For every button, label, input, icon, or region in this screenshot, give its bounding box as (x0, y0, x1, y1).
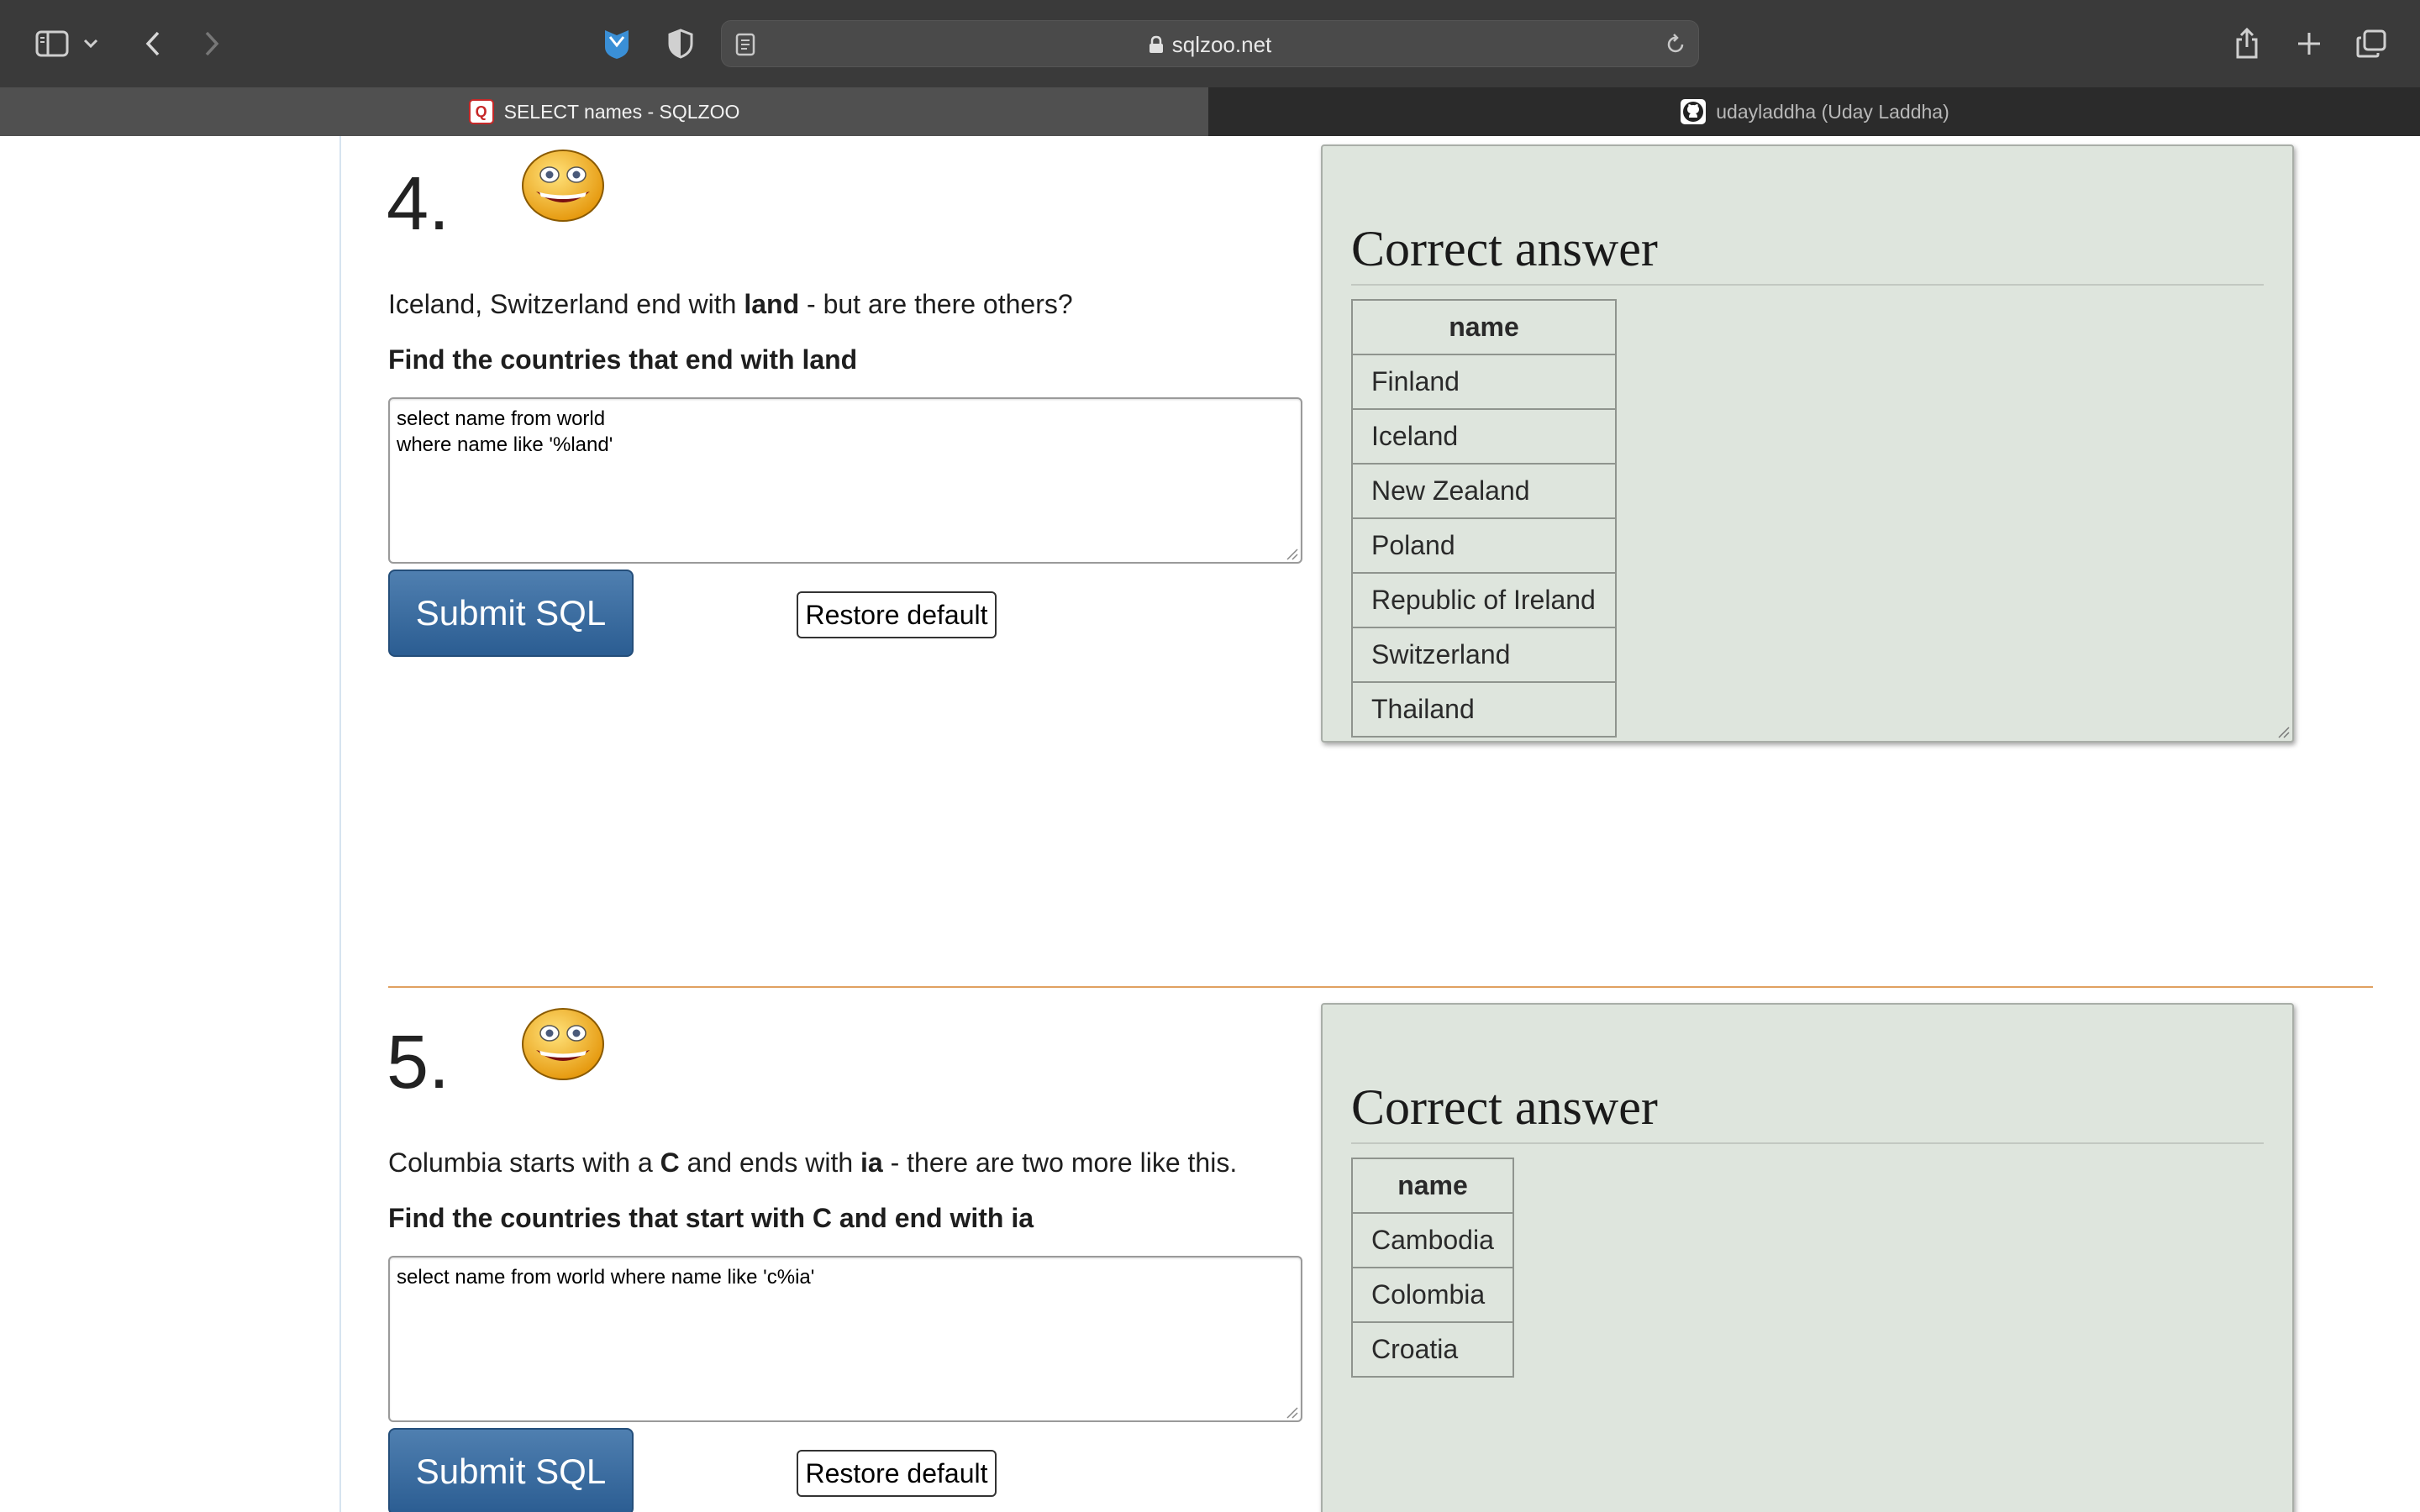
answer-title: Correct answer (1351, 1079, 1658, 1135)
resize-grip-icon[interactable] (1286, 1406, 1299, 1420)
column-header: name (1351, 299, 1617, 355)
correct-answer-panel: Correct answer name Finland Iceland New … (1321, 144, 2294, 743)
smiley-icon (522, 150, 604, 222)
section-divider (388, 986, 2373, 988)
submit-sql-button[interactable]: Submit SQL (388, 1428, 634, 1512)
extension-shield-icon[interactable] (595, 22, 639, 66)
exercise-section-5: 5. Columbia starts with a C and ends wit… (0, 995, 2420, 1512)
exercise-number: 4. (387, 162, 450, 246)
table-cell: Cambodia (1351, 1212, 1514, 1268)
tab-title: SELECT names - SQLZOO (503, 100, 740, 123)
table-cell: Colombia (1351, 1267, 1514, 1323)
browser-toolbar: sqlzoo.net (0, 0, 2420, 87)
question-text: Iceland, Switzerland end with land - but… (388, 289, 1073, 319)
task-text: Find the countries that start with C and… (388, 1203, 1034, 1233)
sidebar-icon[interactable] (30, 22, 74, 66)
smiley-icon (522, 1008, 604, 1080)
restore-default-button[interactable]: Restore default (797, 591, 997, 638)
answer-title: Correct answer (1351, 221, 1658, 276)
correct-answer-panel: Correct answer name Cambodia Colombia Cr… (1321, 1003, 2294, 1512)
share-icon[interactable] (2225, 22, 2269, 66)
tab-github[interactable]: udayladdha (Uday Laddha) (1210, 87, 2420, 136)
column-header: name (1351, 1158, 1514, 1214)
table-cell: Iceland (1351, 408, 1617, 465)
tabs-icon[interactable] (2349, 22, 2393, 66)
restore-default-button[interactable]: Restore default (797, 1450, 997, 1497)
table-cell: Croatia (1351, 1321, 1514, 1378)
table-cell: Republic of Ireland (1351, 572, 1617, 628)
page-content: 4. Iceland, Switzerland end with land - … (0, 136, 2420, 1512)
sql-editor[interactable]: select name from world where name like '… (388, 1256, 1302, 1422)
url-text[interactable]: sqlzoo.net (722, 21, 1698, 68)
privacy-shield-icon[interactable] (659, 22, 702, 66)
table-cell: Thailand (1351, 681, 1617, 738)
plus-icon[interactable] (2287, 22, 2331, 66)
question-text: Columbia starts with a C and ends with i… (388, 1147, 1238, 1178)
table-cell: Finland (1351, 354, 1617, 410)
answer-divider (1351, 284, 2264, 286)
tab-bar: Q SELECT names - SQLZOO udayladdha (Uday… (0, 87, 2420, 136)
table-cell: Poland (1351, 517, 1617, 574)
lock-icon (1149, 23, 1164, 70)
table-cell: Switzerland (1351, 627, 1617, 683)
exercise-section-4: 4. Iceland, Switzerland end with land - … (0, 136, 2420, 976)
answer-divider (1351, 1142, 2264, 1144)
sqlzoo-favicon-icon: Q (468, 99, 494, 124)
tab-sqlzoo[interactable]: Q SELECT names - SQLZOO (0, 87, 1208, 136)
exercise-number: 5. (387, 1021, 450, 1105)
answer-table: name Finland Iceland New Zealand Poland … (1351, 299, 1617, 738)
address-bar[interactable]: sqlzoo.net (721, 20, 1699, 67)
resize-grip-icon[interactable] (1286, 548, 1299, 561)
task-text: Find the countries that end with land (388, 344, 858, 375)
tab-title: udayladdha (Uday Laddha) (1716, 100, 1949, 123)
answer-table: name Cambodia Colombia Croatia (1351, 1158, 1514, 1378)
github-favicon-icon (1681, 99, 1707, 124)
chevron-down-icon[interactable] (77, 22, 104, 66)
submit-sql-button[interactable]: Submit SQL (388, 570, 634, 657)
reload-icon[interactable] (1665, 33, 1686, 60)
chevron-right-icon[interactable] (190, 22, 234, 66)
table-cell: New Zealand (1351, 463, 1617, 519)
sql-editor[interactable]: select name from world where name like '… (388, 397, 1302, 564)
chevron-left-icon[interactable] (131, 22, 175, 66)
resize-grip-icon[interactable] (2277, 726, 2291, 739)
